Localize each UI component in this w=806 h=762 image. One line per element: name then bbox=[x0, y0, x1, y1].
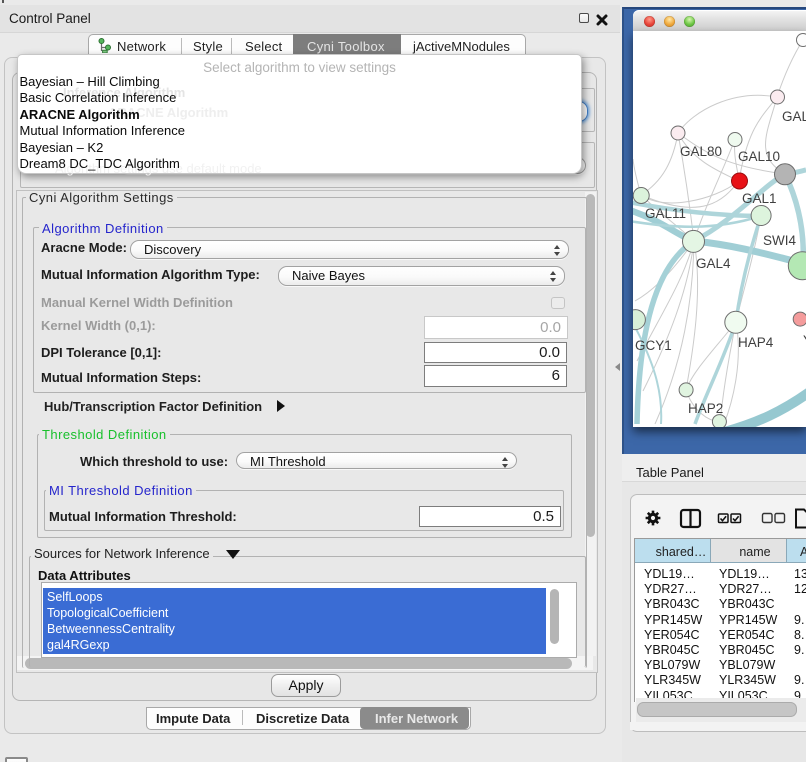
svg-text:SWI4: SWI4 bbox=[763, 233, 796, 248]
svg-text:HAP4: HAP4 bbox=[738, 335, 774, 350]
svg-text:GAL: GAL bbox=[782, 109, 806, 124]
svg-text:HAP2: HAP2 bbox=[688, 401, 723, 416]
svg-text:GAL4: GAL4 bbox=[696, 256, 731, 271]
svg-text:GAL11: GAL11 bbox=[645, 206, 686, 221]
svg-text:GCY1: GCY1 bbox=[635, 338, 672, 353]
svg-text:GAL10: GAL10 bbox=[738, 149, 780, 164]
svg-text:GAL80: GAL80 bbox=[680, 144, 722, 159]
svg-text:GAL1: GAL1 bbox=[742, 191, 777, 206]
